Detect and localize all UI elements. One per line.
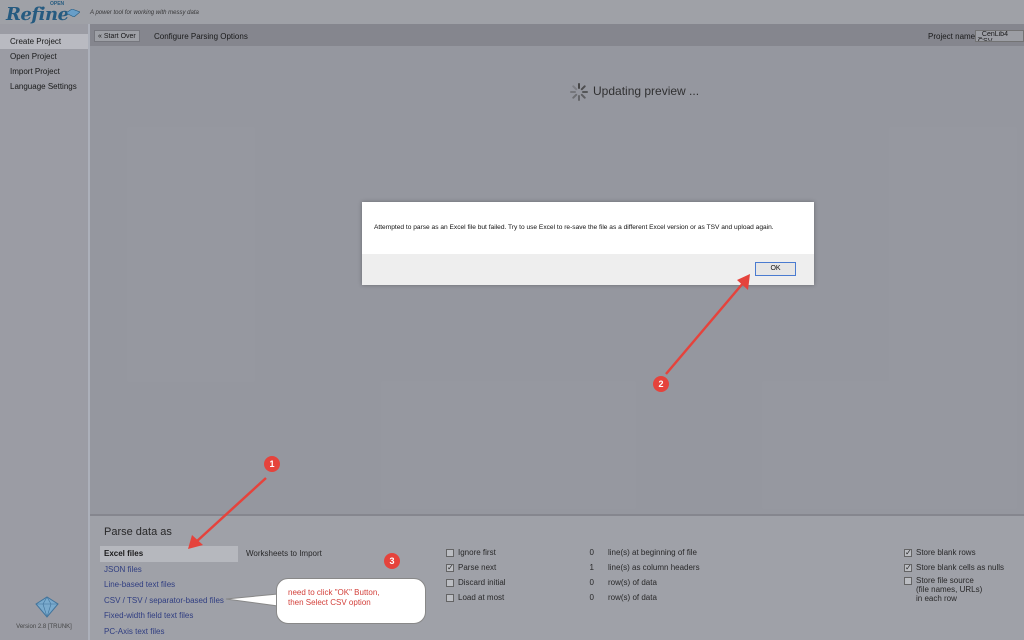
step-badge-1: 1 [264,456,280,472]
dialog-footer: OK [362,254,814,285]
modal-overlay [0,0,1024,640]
callout-text: need to click "OK" Button, then Select C… [288,588,428,608]
step-badge-2: 2 [653,376,669,392]
callout-line-1: need to click "OK" Button, [288,588,380,597]
ok-button[interactable]: OK [755,262,796,276]
step-badge-3: 3 [384,553,400,569]
callout-line-2: then Select CSV option [288,598,371,607]
dialog-message: Attempted to parse as an Excel file but … [374,224,774,231]
error-dialog: Attempted to parse as an Excel file but … [362,202,814,285]
